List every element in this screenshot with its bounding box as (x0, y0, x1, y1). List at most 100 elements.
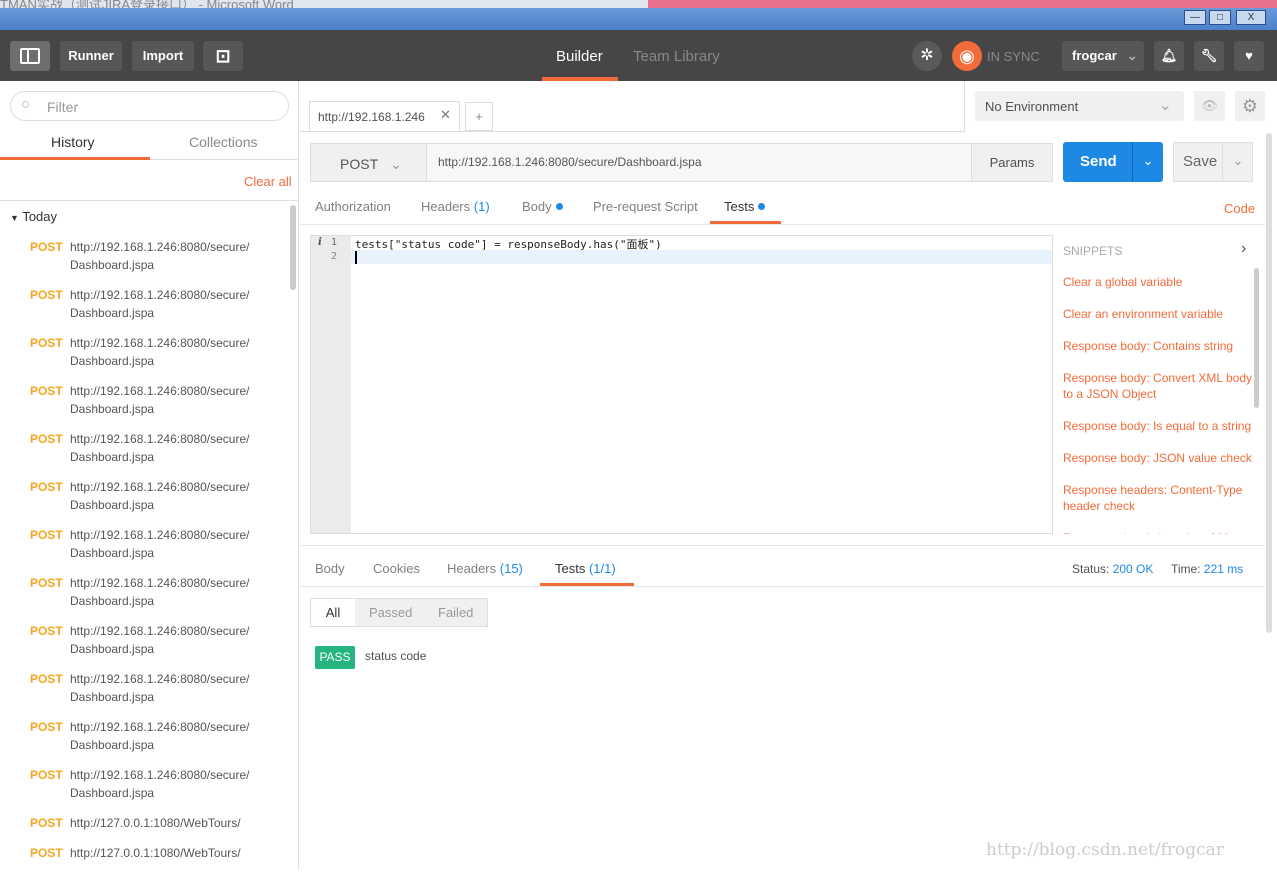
history-item[interactable]: POST http://192.168.1.246:8080/secure/Das… (0, 286, 290, 334)
close-button[interactable]: X (1236, 10, 1266, 25)
method-label: POST (30, 672, 63, 686)
history-item[interactable]: POST http://192.168.1.246:8080/secure/Das… (0, 766, 290, 814)
save-options-dropdown[interactable]: ⌄ (1222, 142, 1253, 182)
snippet-item[interactable]: Response body: JSON value check (1063, 450, 1253, 466)
response-tab-body[interactable]: Body (315, 561, 345, 576)
history-url: http://192.168.1.246:8080/secure/Dashboa… (70, 240, 250, 272)
tab-headers[interactable]: Headers (1) (421, 199, 490, 214)
history-item[interactable]: POST http://192.168.1.246:8080/secure/Das… (0, 238, 290, 286)
method-select[interactable]: POST ⌄ (310, 143, 427, 182)
tab-builder[interactable]: Builder (556, 48, 603, 65)
method-label: POST (30, 288, 63, 302)
chevron-down-icon: ⌄ (1158, 97, 1172, 114)
response-time: Time: 221 ms (1171, 562, 1244, 576)
sidebar-scrollbar[interactable] (290, 205, 296, 290)
history-item[interactable]: POST http://192.168.1.246:8080/secure/Das… (0, 382, 290, 430)
history-group-today[interactable]: ▼ Today (10, 209, 57, 224)
sync-icon[interactable]: ◉ (952, 41, 982, 71)
code-line[interactable]: tests["status code"] = responseBody.has(… (355, 236, 662, 252)
toggle-sidebar-button[interactable] (10, 41, 50, 71)
url-input[interactable]: http://192.168.1.246:8080/secure/Dashboa… (438, 155, 702, 169)
tab-body[interactable]: Body (522, 199, 563, 214)
divider (300, 224, 1265, 225)
maximize-button[interactable]: □ (1209, 10, 1231, 25)
snippet-item[interactable]: Response body: Convert XML body to a JSO… (1063, 370, 1253, 402)
manage-environments-button[interactable]: ⚙ (1235, 91, 1265, 121)
tab-authorization[interactable]: Authorization (315, 199, 391, 214)
new-tab-button[interactable]: + (465, 102, 493, 131)
filter-passed[interactable]: Passed (369, 605, 412, 620)
method-label: POST (30, 384, 63, 398)
chevron-right-icon[interactable]: › (1241, 240, 1246, 258)
chevron-down-icon: ⌄ (1232, 153, 1244, 168)
code-link[interactable]: Code (1224, 201, 1255, 216)
code-editor[interactable] (310, 235, 1053, 534)
snippet-item[interactable]: Clear a global variable (1063, 274, 1253, 290)
search-icon: ○ (21, 96, 31, 113)
history-url: http://192.168.1.246:8080/secure/Dashboa… (70, 768, 250, 800)
import-button[interactable]: Import (132, 41, 194, 71)
method-label: POST (30, 480, 63, 494)
method-label: POST (30, 624, 63, 638)
settings-button[interactable]: 🔧︎ (1194, 41, 1224, 71)
method-label: POST (30, 846, 63, 860)
history-item[interactable]: POST http://192.168.1.246:8080/secure/Das… (0, 334, 290, 382)
response-tab-tests[interactable]: Tests (1/1) (555, 561, 616, 576)
new-window-button[interactable]: ⊡ (203, 41, 243, 71)
history-item[interactable]: POST http://192.168.1.246:8080/secure/Das… (0, 478, 290, 526)
response-tab-headers[interactable]: Headers (15) (447, 561, 523, 576)
clear-all-link[interactable]: Clear all (244, 174, 292, 189)
tab-collections[interactable]: Collections (189, 134, 257, 150)
tab-pre-request-script[interactable]: Pre-request Script (593, 199, 698, 214)
divider (964, 81, 965, 131)
history-item[interactable]: POST http://192.168.1.246:8080/secure/Das… (0, 526, 290, 574)
interceptor-icon[interactable]: ✲ (912, 41, 942, 71)
history-url: http://127.0.0.1:1080/WebTours/ (70, 846, 241, 860)
minimize-button[interactable]: — (1184, 10, 1206, 25)
response-tab-cookies[interactable]: Cookies (373, 561, 420, 576)
snippet-item[interactable]: Response body: Contains string (1063, 338, 1253, 354)
history-item[interactable]: POST http://192.168.1.246:8080/secure/Das… (0, 430, 290, 478)
main-scrollbar[interactable] (1266, 133, 1272, 633)
filter-input[interactable]: ○ Filter (10, 91, 289, 121)
runner-button[interactable]: Runner (60, 41, 122, 71)
snippet-item[interactable]: Clear an environment variable (1063, 306, 1253, 322)
active-tab-indicator (542, 77, 618, 81)
close-tab-icon[interactable]: ✕ (440, 107, 451, 123)
snippet-item[interactable]: Response time is less than 200ms (1063, 530, 1253, 534)
history-url: http://192.168.1.246:8080/secure/Dashboa… (70, 672, 250, 704)
send-options-dropdown[interactable]: ⌄ (1132, 142, 1163, 182)
notifications-button[interactable]: 🔔︎ (1154, 41, 1184, 71)
history-item[interactable]: POST http://192.168.1.246:8080/secure/Das… (0, 622, 290, 670)
params-button[interactable]: Params (971, 143, 1053, 182)
history-item[interactable]: POST http://192.168.1.246:8080/secure/Das… (0, 670, 290, 718)
heart-button[interactable]: ♥ (1234, 41, 1264, 71)
tab-tests[interactable]: Tests (724, 199, 766, 214)
user-dropdown[interactable]: frogcar ⌄ (1062, 41, 1144, 71)
history-item[interactable]: POST http://127.0.0.1:1080/WebTours/ (0, 814, 290, 844)
history-item[interactable]: POST http://192.168.1.246:8080/secure/Das… (0, 718, 290, 766)
line-number: 2 (331, 251, 338, 262)
environment-select[interactable]: No Environment ⌄ (975, 91, 1184, 121)
history-url: http://192.168.1.246:8080/secure/Dashboa… (70, 480, 250, 512)
filter-all[interactable]: All (311, 599, 355, 626)
line-number: 1 (331, 237, 338, 248)
gear-icon: ⚙ (1241, 96, 1259, 116)
request-tab[interactable]: http://192.168.1.246 ✕ (309, 101, 460, 132)
snippet-item[interactable]: Response body: Is equal to a string (1063, 418, 1253, 434)
sidebar-icon (20, 48, 40, 64)
sync-status: IN SYNC (987, 49, 1040, 64)
tab-team-library[interactable]: Team Library (633, 48, 720, 65)
eye-icon: 👁︎ (1201, 98, 1218, 113)
history-item[interactable]: POST http://192.168.1.246:8080/secure/Das… (0, 574, 290, 622)
divider (300, 131, 965, 132)
snippet-item[interactable]: Response headers: Content-Type header ch… (1063, 482, 1253, 514)
text-cursor (355, 251, 357, 264)
modified-dot (555, 203, 563, 210)
tab-history[interactable]: History (51, 134, 95, 150)
method-label: POST (30, 240, 63, 254)
snippets-list: Clear a global variable Clear an environm… (1060, 272, 1256, 534)
filter-failed[interactable]: Failed (438, 605, 473, 620)
quick-look-button[interactable]: 👁︎ (1194, 91, 1225, 121)
background-window (648, 0, 1277, 8)
